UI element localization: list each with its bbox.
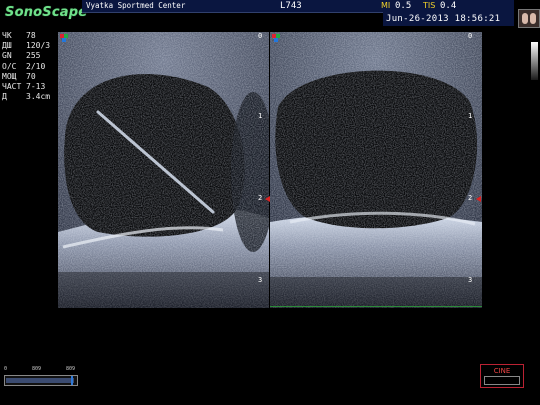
param-key: ЧК [2, 31, 12, 40]
cine-label-start: 0 [4, 366, 8, 372]
orientation-marker-icon [60, 34, 68, 42]
image-baseline [270, 306, 482, 307]
depth-mark-left: 2 [258, 194, 263, 202]
mi-label: MI [381, 1, 391, 10]
organ-preset-icon[interactable] [518, 9, 540, 28]
param-value: 2/10 [26, 61, 46, 71]
depth-mark-right: 0 [468, 32, 473, 40]
depth-mark-right: 3 [468, 276, 473, 284]
param-key: GN [2, 51, 12, 61]
depth-mark-right: 2 [468, 194, 473, 202]
ultrasound-image-left[interactable] [58, 32, 269, 308]
depth-mark-right: 1 [468, 112, 473, 120]
focus-marker-left [265, 196, 270, 202]
imaging-parameters: ЧК 78 ДШ 120/3 GN 255 О/С 2/10 МОЩ 70 ЧАСТ 7-1… [2, 31, 50, 102]
depth-mark-left: 0 [258, 32, 263, 40]
organ-lobe-left-icon [522, 13, 528, 24]
param-value: 7-13 [26, 82, 46, 92]
probe-name: L743 [280, 1, 302, 11]
ultrasound-image-right[interactable] [270, 32, 482, 308]
depth-mark-left: 3 [258, 276, 263, 284]
cine-label-mid: 809 [32, 366, 42, 372]
param-key: МОЩ [2, 71, 17, 81]
center-name: Vyatka Sportmed Center [86, 1, 186, 10]
param-row: ЧК 78 [2, 31, 50, 41]
ultrasound-image-area[interactable]: 0 1 2 3 0 1 2 3 [58, 32, 483, 308]
param-row: ДШ 120/3 [2, 41, 50, 51]
param-value: 120/3 [26, 41, 51, 51]
param-value: 78 [26, 31, 36, 40]
cine-button[interactable]: CINE [480, 364, 524, 388]
depth-mark-left: 1 [258, 112, 263, 120]
focus-marker-right [476, 196, 481, 202]
cine-track[interactable] [4, 375, 78, 386]
header-bar: SonoScape Vyatka Sportmed Center L743 MI… [0, 0, 540, 30]
param-key: ЧАСТ [2, 82, 22, 92]
grayscale-bar [531, 42, 538, 80]
tis-value: 0.4 [440, 1, 457, 11]
cine-button-indicator [484, 376, 520, 385]
ultrasound-scan-right [270, 32, 482, 308]
cine-progress [6, 378, 74, 383]
param-key: ДШ [2, 41, 12, 51]
cine-handle[interactable] [71, 376, 73, 385]
mi-value: 0.5 [395, 1, 412, 11]
param-value: 3.4cm [26, 92, 51, 102]
cine-button-label: CINE [493, 367, 511, 375]
tis-label: TIS [423, 1, 436, 10]
param-row: Д 3.4cm [2, 92, 50, 102]
param-value: 70 [26, 71, 36, 81]
ultrasound-scan-left [58, 32, 269, 308]
param-key: О/С [2, 61, 17, 71]
param-row: МОЩ 70 [2, 72, 50, 82]
param-key: Д [2, 92, 7, 102]
param-row: О/С 2/10 [2, 62, 50, 72]
orientation-marker-icon [272, 34, 280, 42]
param-row: GN 255 [2, 51, 50, 61]
param-row: ЧАСТ 7-13 [2, 82, 50, 92]
cine-scrollbar[interactable]: 0 809 809 [4, 366, 78, 390]
cine-label-end: 809 [66, 366, 76, 372]
param-value: 255 [26, 51, 41, 61]
datetime: Jun-26-2013 18:56:21 [386, 14, 501, 24]
organ-lobe-right-icon [530, 13, 536, 24]
brand-logo: SonoScape [5, 5, 88, 20]
